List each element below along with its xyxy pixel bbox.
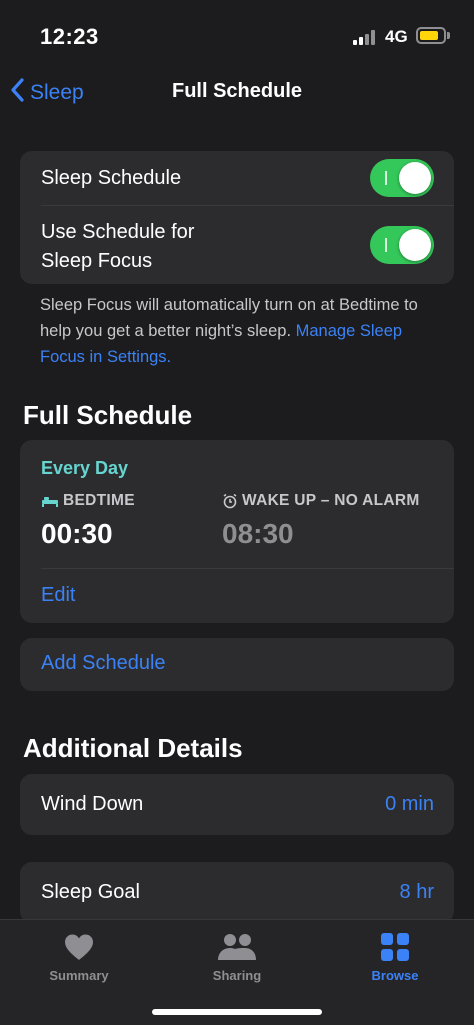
grid-icon [340,930,450,964]
navigation-bar: Sleep Full Schedule [0,70,474,114]
use-schedule-toggle[interactable] [370,226,434,264]
page-title: Full Schedule [171,80,303,102]
use-schedule-label: Use Schedule for Sleep Focus [41,218,194,276]
wakeup-label: WAKE UP – NO ALARM [242,492,420,509]
additional-details-heading: Additional Details [23,733,243,763]
sleep-schedule-toggle[interactable] [370,159,434,197]
use-schedule-label-line2: Sleep Focus [41,250,153,272]
wakeup-label-row: WAKE UP – NO ALARM [222,492,420,510]
battery-level [420,31,438,40]
battery-cap [447,32,450,39]
sleep-goal-label: Sleep Goal [41,881,140,903]
battery-icon [416,27,446,44]
divider [41,568,454,569]
alarm-clock-icon [222,493,238,509]
divider [41,205,454,206]
tab-label: Summary [49,968,109,983]
bedtime-label: BEDTIME [63,492,135,509]
status-time: 12:23 [40,24,99,49]
sleep-goal-value[interactable]: 8 hr [400,881,434,904]
tab-summary[interactable]: Summary [24,930,134,983]
schedule-days: Every Day [41,458,129,478]
heart-icon [24,930,134,964]
sleep-settings-card: Sleep Schedule Use Schedule for Sleep Fo… [20,151,454,284]
bedtime-value: 00:30 [41,518,113,549]
sleep-schedule-label: Sleep Schedule [41,167,182,189]
sleep-focus-footnote: Sleep Focus will automatically turn on a… [40,292,440,370]
wind-down-value[interactable]: 0 min [385,793,434,816]
wakeup-value: 08:30 [222,518,294,549]
wind-down-label: Wind Down [41,793,144,815]
schedule-card: Every Day BEDTIME 00:30 WAKE UP – NO ALA… [20,440,454,623]
people-icon [182,930,292,964]
tab-label: Sharing [212,968,262,983]
wind-down-row[interactable]: Wind Down 0 min [20,774,454,835]
bed-icon [41,494,59,508]
bedtime-label-row: BEDTIME [41,492,135,510]
add-schedule-card[interactable]: Add Schedule [20,638,454,691]
tab-browse[interactable]: Browse [340,930,450,983]
full-schedule-heading: Full Schedule [23,400,193,430]
home-indicator [152,1009,322,1015]
status-bar: 12:23 4G [0,0,474,70]
edit-schedule-button[interactable]: Edit [41,584,75,607]
network-type: 4G [385,27,408,46]
signal-icon [353,29,379,45]
add-schedule-button[interactable]: Add Schedule [41,652,166,675]
use-schedule-label-line1: Use Schedule for [41,221,195,243]
tab-label: Browse [371,968,419,983]
sleep-goal-row[interactable]: Sleep Goal 8 hr [20,862,454,923]
tab-sharing[interactable]: Sharing [182,930,292,983]
